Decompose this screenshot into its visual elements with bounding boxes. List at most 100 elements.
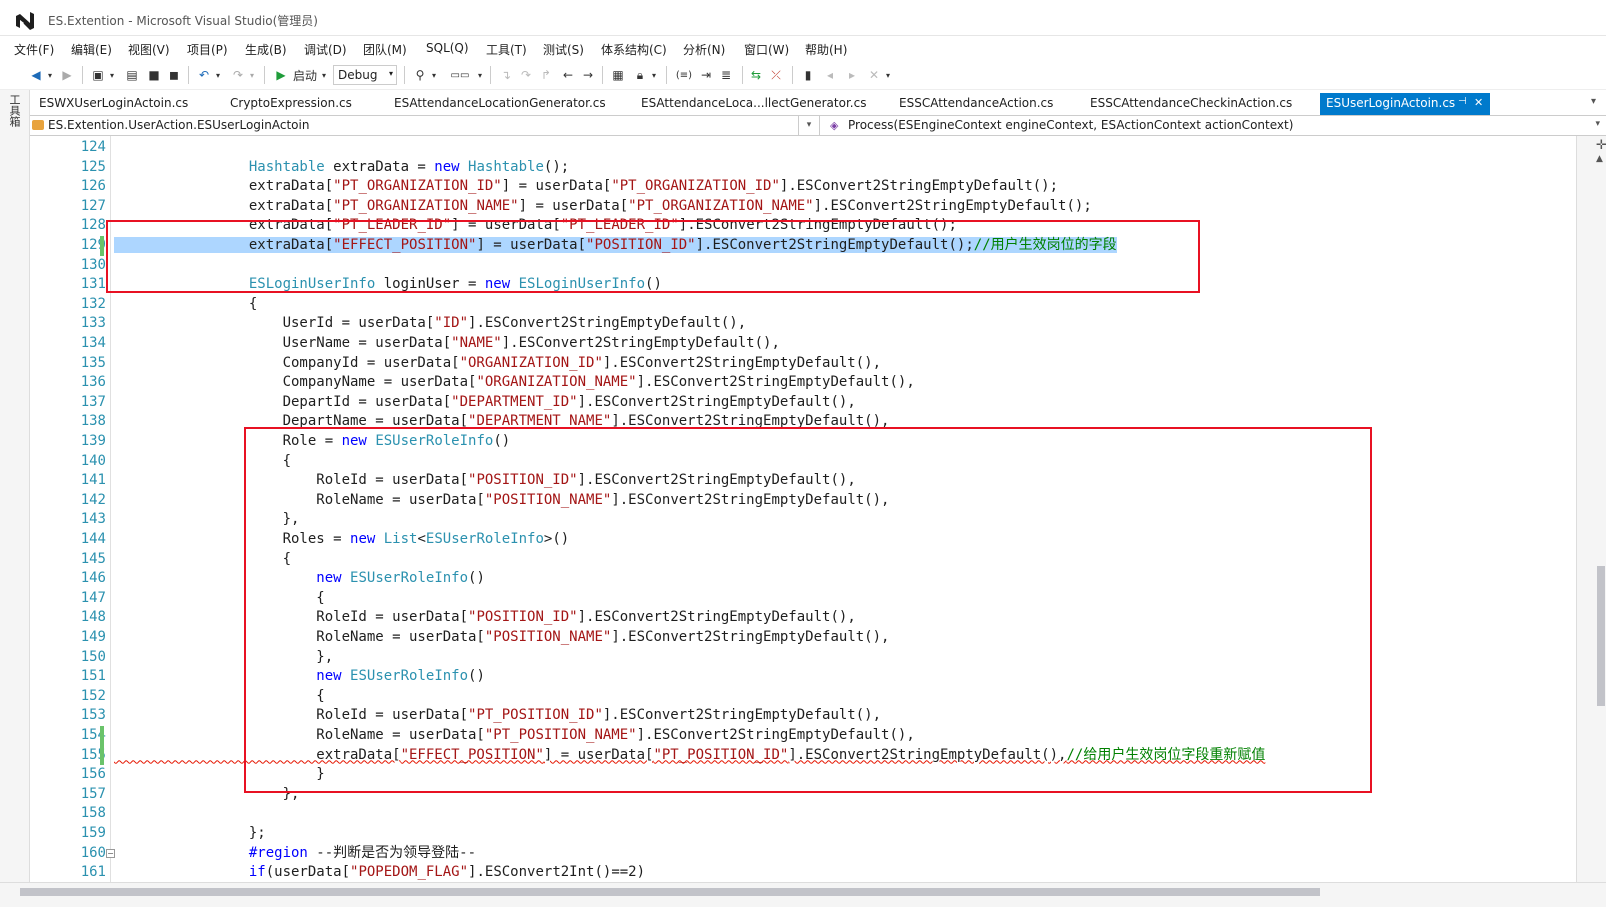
tab-cryptoexpression[interactable]: CryptoExpression.cs: [230, 96, 352, 110]
close-icon[interactable]: ✕: [1474, 96, 1483, 109]
clear-bookmark-icon[interactable]: ✕: [866, 67, 882, 83]
menu-project[interactable]: 项目(P): [187, 41, 228, 58]
code-line[interactable]: {: [114, 550, 291, 570]
attach-icon[interactable]: ⇆: [748, 67, 764, 83]
tab-esuserloginactoin[interactable]: ESUserLoginActoin.cs ⊣ ✕: [1320, 93, 1490, 115]
lock-dropdown-icon[interactable]: ▾: [650, 67, 658, 83]
code-line[interactable]: Role = new ESUserRoleInfo(): [114, 432, 511, 452]
vertical-scrollbar[interactable]: ✛ ▲: [1576, 136, 1606, 882]
new-dropdown-icon[interactable]: ▾: [108, 67, 116, 83]
redo-icon[interactable]: ↷: [230, 67, 246, 83]
tab-esattendancelocacollectgenerator[interactable]: ESAttendanceLoca...llectGenerator.cs: [641, 96, 866, 110]
menu-view[interactable]: 视图(V): [128, 41, 170, 58]
code-line[interactable]: },: [114, 510, 300, 530]
code-line[interactable]: DepartId = userData["DEPARTMENT_ID"].ESC…: [114, 393, 856, 413]
code-line[interactable]: Roles = new List<ESUserRoleInfo>(): [114, 530, 570, 550]
save-all-icon[interactable]: ◼: [166, 67, 182, 83]
code-line[interactable]: DepartName = userData["DEPARTMENT_NAME"]…: [114, 412, 890, 432]
menu-window[interactable]: 窗口(W): [744, 41, 789, 58]
code-line[interactable]: new ESUserRoleInfo(): [114, 569, 485, 589]
toolbox-strip[interactable]: 工具箱: [0, 90, 30, 907]
pin-icon[interactable]: ⊣: [1458, 96, 1467, 107]
start-dropdown-icon[interactable]: ▾: [320, 67, 328, 83]
bookmark-icon[interactable]: ▮: [800, 67, 816, 83]
menu-debug[interactable]: 调试(D): [304, 41, 347, 58]
undo-dropdown-icon[interactable]: ▾: [214, 67, 222, 83]
save-icon[interactable]: ■: [146, 67, 162, 83]
navigate-forward-icon[interactable]: →: [580, 67, 596, 83]
toolbox-label[interactable]: 工具箱: [8, 94, 22, 127]
fold-toggle-icon[interactable]: −: [106, 848, 115, 858]
code-line[interactable]: new ESUserRoleInfo(): [114, 667, 485, 687]
indent-icon[interactable]: ⇥: [698, 67, 714, 83]
outline-dropdown-icon[interactable]: ▾: [476, 67, 484, 83]
code-line[interactable]: ESLoginUserInfo loginUser = new ESLoginU…: [114, 275, 662, 295]
code-line[interactable]: RoleName = userData["POSITION_NAME"].ESC…: [114, 628, 889, 648]
tab-esscattendancecheckinaction[interactable]: ESSCAttendanceCheckinAction.cs: [1090, 96, 1292, 110]
outline-icon[interactable]: ▭▭: [451, 67, 470, 83]
vertical-scroll-thumb[interactable]: [1597, 566, 1605, 706]
code-line[interactable]: extraData["PT_ORGANIZATION_ID"] = userDa…: [114, 177, 1058, 197]
code-line[interactable]: #region --判断是否为领导登陆--: [114, 844, 476, 864]
detach-icon[interactable]: ⤫: [768, 67, 784, 83]
step-into-icon[interactable]: ↴: [498, 67, 514, 83]
step-out-icon[interactable]: ↱: [538, 67, 554, 83]
code-line[interactable]: UserId = userData["ID"].ESConvert2String…: [114, 314, 747, 334]
next-bookmark-icon[interactable]: ▸: [844, 67, 860, 83]
code-line[interactable]: RoleName = userData["PT_POSITION_NAME"].…: [114, 726, 914, 746]
lock-icon[interactable]: 🔒︎: [632, 67, 648, 83]
type-scope-dropdown[interactable]: ES.Extention.UserAction.ESUserLoginActoi…: [48, 118, 309, 132]
open-file-icon[interactable]: ▤: [124, 67, 140, 83]
format-icon[interactable]: ≣: [718, 67, 734, 83]
horizontal-scrollbar[interactable]: [0, 882, 1606, 907]
tab-esscattendanceaction[interactable]: ESSCAttendanceAction.cs: [899, 96, 1053, 110]
menu-edit[interactable]: 编辑(E): [71, 41, 112, 58]
code-line[interactable]: CompanyId = userData["ORGANIZATION_ID"].…: [114, 354, 881, 374]
code-line[interactable]: };: [114, 824, 266, 844]
code-line[interactable]: extraData["EFFECT_POSITION"] = userData[…: [114, 746, 1265, 766]
code-line[interactable]: }: [114, 765, 324, 785]
scroll-up-icon[interactable]: ▲: [1596, 154, 1603, 164]
code-line[interactable]: {: [114, 589, 324, 609]
solution-explorer-icon[interactable]: ▦: [610, 67, 626, 83]
menu-sql[interactable]: SQL(Q): [426, 41, 469, 55]
start-label[interactable]: 启动: [290, 67, 320, 83]
navigate-back-icon[interactable]: ←: [560, 67, 576, 83]
step-over-icon[interactable]: ↷: [518, 67, 534, 83]
member-scope-dropdown[interactable]: Process(ESEngineContext engineContext, E…: [848, 118, 1293, 132]
type-scope-chevron-icon[interactable]: ▾: [798, 116, 820, 135]
code-editor[interactable]: 124 125 126 127 128 129 130 131 132 133 134 135 136 1…: [30, 136, 1576, 882]
comment-icon[interactable]: (≡): [676, 67, 692, 83]
code-line[interactable]: Hashtable extraData = new Hashtable();: [114, 158, 569, 178]
back-dropdown-icon[interactable]: ▾: [46, 67, 54, 83]
menu-team[interactable]: 团队(M): [363, 41, 407, 58]
tab-overflow-icon[interactable]: ▾: [1591, 96, 1596, 107]
menu-tools[interactable]: 工具(T): [486, 41, 527, 58]
menu-analyze[interactable]: 分析(N): [683, 41, 725, 58]
menu-help[interactable]: 帮助(H): [805, 41, 847, 58]
code-line[interactable]: },: [114, 785, 300, 805]
code-line[interactable]: CompanyName = userData["ORGANIZATION_NAM…: [114, 373, 915, 393]
menu-build[interactable]: 生成(B): [245, 41, 287, 58]
code-line[interactable]: RoleId = userData["POSITION_ID"].ESConve…: [114, 471, 855, 491]
horizontal-scroll-thumb[interactable]: [20, 888, 1320, 896]
redo-dropdown-icon[interactable]: ▾: [248, 67, 256, 83]
code-line[interactable]: {: [114, 295, 257, 315]
start-play-icon[interactable]: ▶: [274, 67, 288, 83]
code-line[interactable]: },: [114, 648, 333, 668]
menu-test[interactable]: 测试(S): [543, 41, 584, 58]
code-line[interactable]: UserName = userData["NAME"].ESConvert2St…: [114, 334, 780, 354]
code-line[interactable]: RoleId = userData["PT_POSITION_ID"].ESCo…: [114, 706, 881, 726]
code-line[interactable]: extraData["EFFECT_POSITION"] = userData[…: [114, 236, 1117, 256]
undo-icon[interactable]: ↶: [196, 67, 212, 83]
menu-file[interactable]: 文件(F): [14, 41, 54, 58]
configuration-select[interactable]: Debug ▾: [333, 65, 397, 85]
back-icon[interactable]: ◀: [28, 67, 44, 83]
code-line[interactable]: {: [114, 687, 324, 707]
split-window-icon[interactable]: ✛: [1596, 138, 1606, 153]
tab-eswxuserloginactoin[interactable]: ESWXUserLoginActoin.cs: [39, 96, 188, 110]
prev-bookmark-icon[interactable]: ◂: [822, 67, 838, 83]
code-line[interactable]: {: [114, 452, 291, 472]
tab-esattendancelocationgenerator[interactable]: ESAttendanceLocationGenerator.cs: [394, 96, 606, 110]
find-dropdown-icon[interactable]: ▾: [430, 67, 438, 83]
